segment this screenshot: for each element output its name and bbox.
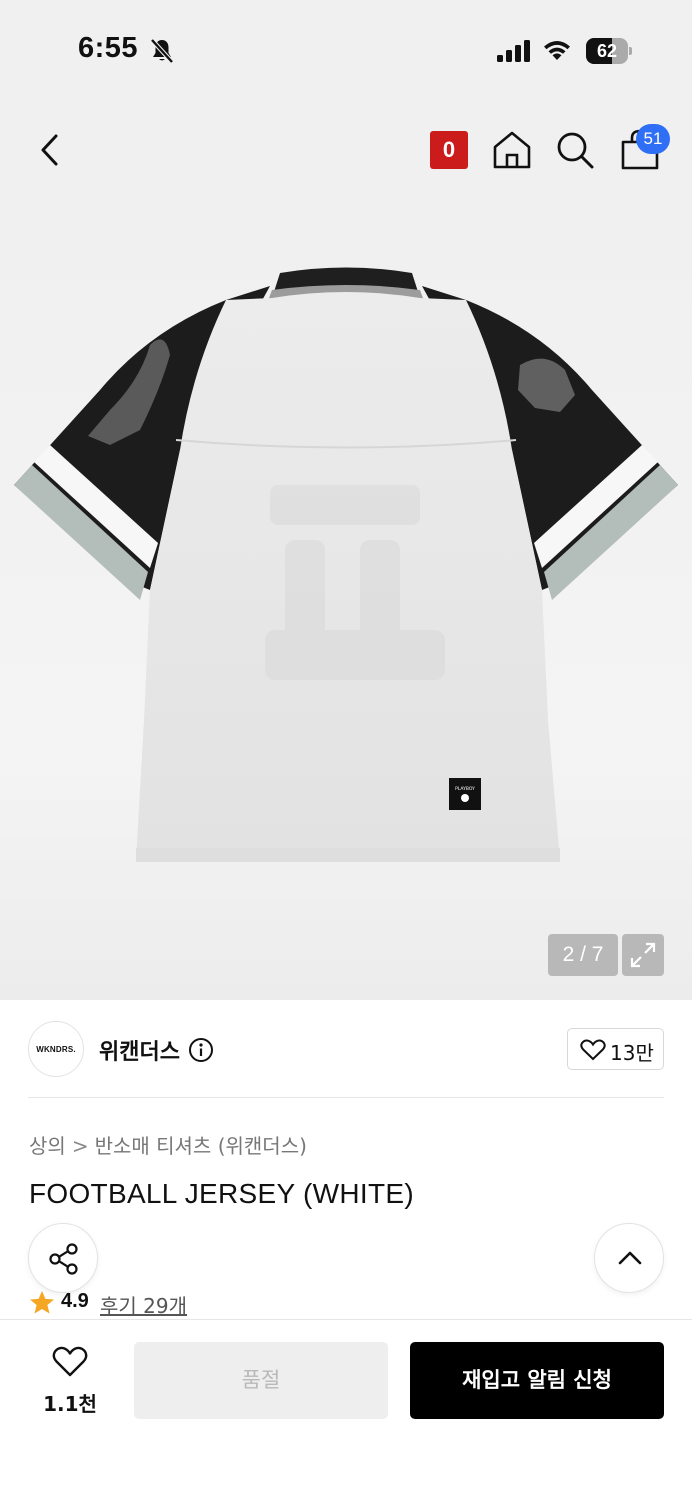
counter-badge-button[interactable]: 0 xyxy=(430,131,468,169)
cellular-signal-icon xyxy=(497,40,530,62)
brand-like-count: 13만 xyxy=(610,1041,654,1065)
wifi-icon xyxy=(544,41,570,60)
info-icon[interactable] xyxy=(188,1037,214,1063)
product-image: PLAYBOY xyxy=(14,267,678,862)
label-text: PLAYBOY xyxy=(455,786,475,792)
product-image-gallery[interactable]: PLAYBOY 2 / 7 xyxy=(0,200,692,1000)
chevron-up-icon xyxy=(618,1251,642,1265)
wishlist-count: 1.1천 xyxy=(43,1392,97,1416)
heart-outline-icon xyxy=(52,1346,88,1377)
bottom-action-bar: 1.1천 품절 재입고 알림 신청 xyxy=(0,1319,692,1500)
image-page-counter: 2 / 7 xyxy=(548,934,618,976)
restock-alert-button[interactable]: 재입고 알림 신청 xyxy=(410,1342,664,1419)
battery-indicator: 62 xyxy=(586,38,632,64)
breadcrumb-separator: > xyxy=(71,1134,89,1158)
heart-outline-icon xyxy=(580,1039,606,1061)
breadcrumb: 상의 > 반소매 티셔츠 (위캔더스) xyxy=(29,1130,307,1159)
status-time: 6:55 xyxy=(78,32,139,64)
share-icon xyxy=(49,1243,78,1275)
back-arrow-icon[interactable] xyxy=(30,128,70,172)
top-nav-bar: 0 xyxy=(0,100,692,200)
status-bar: 6:55 62 xyxy=(0,0,692,100)
product-title: FOOTBALL JERSEY (WHITE) xyxy=(29,1178,414,1209)
brand-like-button[interactable]: 13만 xyxy=(567,1028,664,1070)
share-button[interactable] xyxy=(28,1223,98,1293)
breadcrumb-category[interactable]: 상의 xyxy=(29,1130,66,1159)
expand-icon xyxy=(630,942,656,968)
review-count-link[interactable]: 후기 29개 xyxy=(100,1290,187,1319)
home-icon[interactable] xyxy=(490,128,534,172)
section-divider xyxy=(28,1097,664,1098)
star-icon xyxy=(30,1291,54,1314)
brand-name[interactable]: 위캔더스 xyxy=(99,1034,180,1066)
wishlist-button[interactable]: 1.1천 xyxy=(30,1346,110,1416)
cart-count-badge: 51 xyxy=(636,124,670,154)
expand-image-button[interactable] xyxy=(622,934,664,976)
rating-value: 4.9 xyxy=(61,1290,89,1312)
scroll-to-top-button[interactable] xyxy=(594,1223,664,1293)
brand-row[interactable]: WKNDRS. 위캔더스 13만 xyxy=(0,1000,692,1098)
breadcrumb-subcategory[interactable]: 반소매 티셔츠 (위캔더스) xyxy=(95,1130,307,1159)
battery-level-text: 62 xyxy=(596,41,618,61)
sold-out-button: 품절 xyxy=(134,1342,388,1419)
search-icon[interactable] xyxy=(553,128,597,172)
bell-muted-icon xyxy=(150,38,174,64)
brand-logo[interactable]: WKNDRS. xyxy=(28,1021,84,1077)
